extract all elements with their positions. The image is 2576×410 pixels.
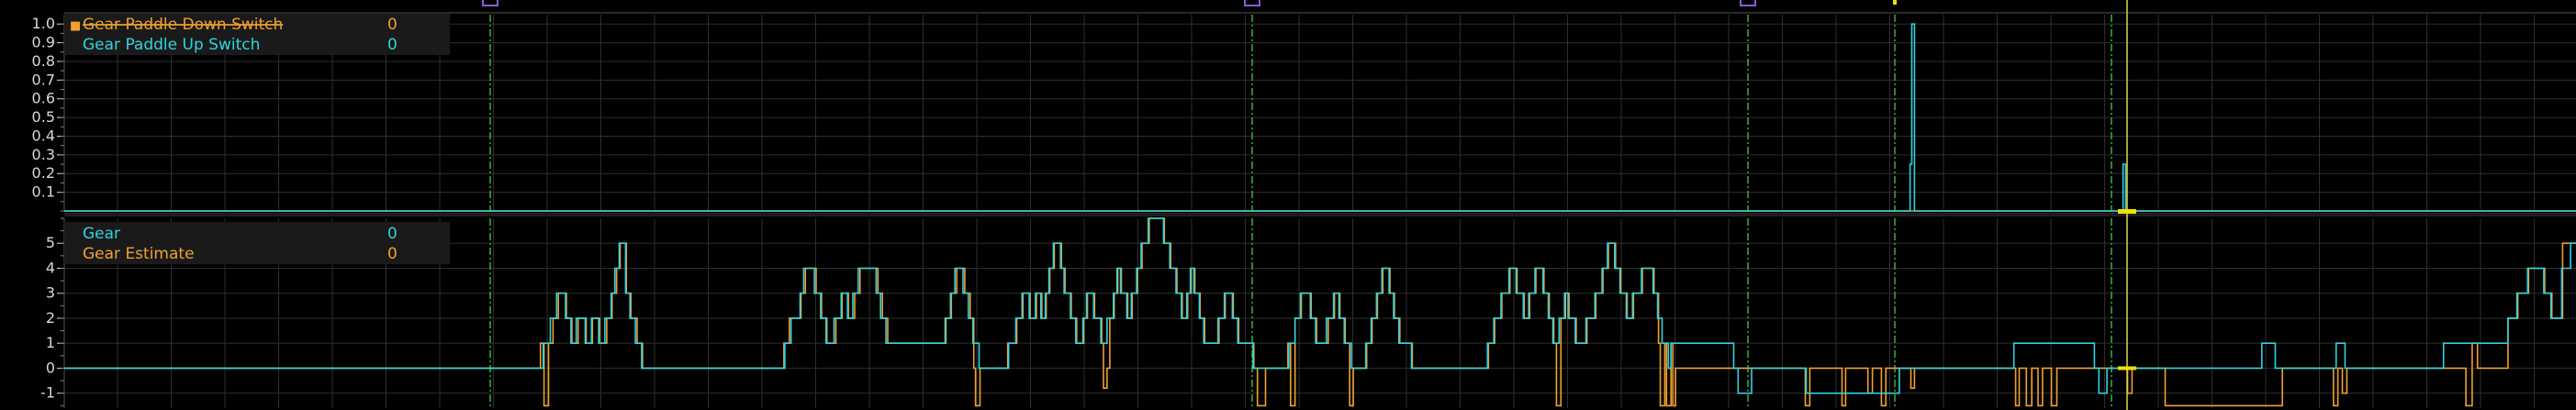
legend-item-down-switch[interactable]: Gear Paddle Down Switch [83, 16, 283, 34]
switch-ytick-label: 0.1 [32, 183, 55, 201]
switch-ytick-label: 0.2 [32, 164, 55, 182]
gear-ytick-label: -1 [40, 384, 55, 402]
gear-panel-legend[interactable]: Gear 0 Gear Estimate 0 [64, 222, 450, 264]
legend-value-gear: 0 [387, 225, 398, 243]
gear-ytick-label: 5 [46, 234, 55, 251]
legend-item-up-switch[interactable]: Gear Paddle Up Switch [83, 36, 260, 54]
gear-ytick-label: 0 [46, 359, 55, 376]
switch-ytick-label: 0.9 [32, 34, 55, 51]
legend-value-gear-estimate: 0 [387, 245, 398, 263]
gear-ytick-label: 1 [46, 334, 55, 351]
legend-item-gear[interactable]: Gear [83, 225, 120, 243]
panel-separator[interactable] [64, 213, 2576, 216]
switch-ytick-label: 0.8 [32, 52, 55, 70]
switch-ytick-label: 0.5 [32, 108, 55, 126]
cursor-flag [1893, 0, 1897, 5]
telemetry-chart-window: 0.1 0.2 0.3 0.4 0.5 0.6 0.7 0.8 0.9 1.0 ■ Gear Pa… [0, 0, 2576, 410]
cursor-value-marker-bottom [2118, 366, 2136, 371]
chart-canvas[interactable]: 0.10.20.3 0.40.50.6 0.70.80.9 1.0 ■ Gear Pa… [0, 0, 2576, 410]
switch-ytick-label: 1.0 [32, 15, 55, 32]
cursor-value-marker-top [2118, 209, 2136, 214]
legend-item-gear-estimate[interactable]: Gear Estimate [83, 245, 195, 263]
down-switch-marker: ■ [70, 19, 81, 33]
switch-ytick-label: 0.4 [32, 127, 55, 144]
gear-ytick-label: 4 [46, 259, 55, 276]
legend-value-down-switch: 0 [387, 16, 398, 34]
switch-panel-legend[interactable]: ■ Gear Paddle Down Switch 0 Gear Paddle … [64, 13, 450, 55]
gear-ytick-label: 3 [46, 284, 55, 302]
switch-ytick-label: 0.7 [32, 71, 55, 88]
switch-ytick-label: 0.3 [32, 146, 55, 163]
gear-ytick-label: 2 [46, 309, 55, 327]
legend-value-up-switch: 0 [387, 36, 398, 54]
top-border [64, 12, 2576, 14]
switch-ytick-label: 0.6 [32, 90, 55, 107]
